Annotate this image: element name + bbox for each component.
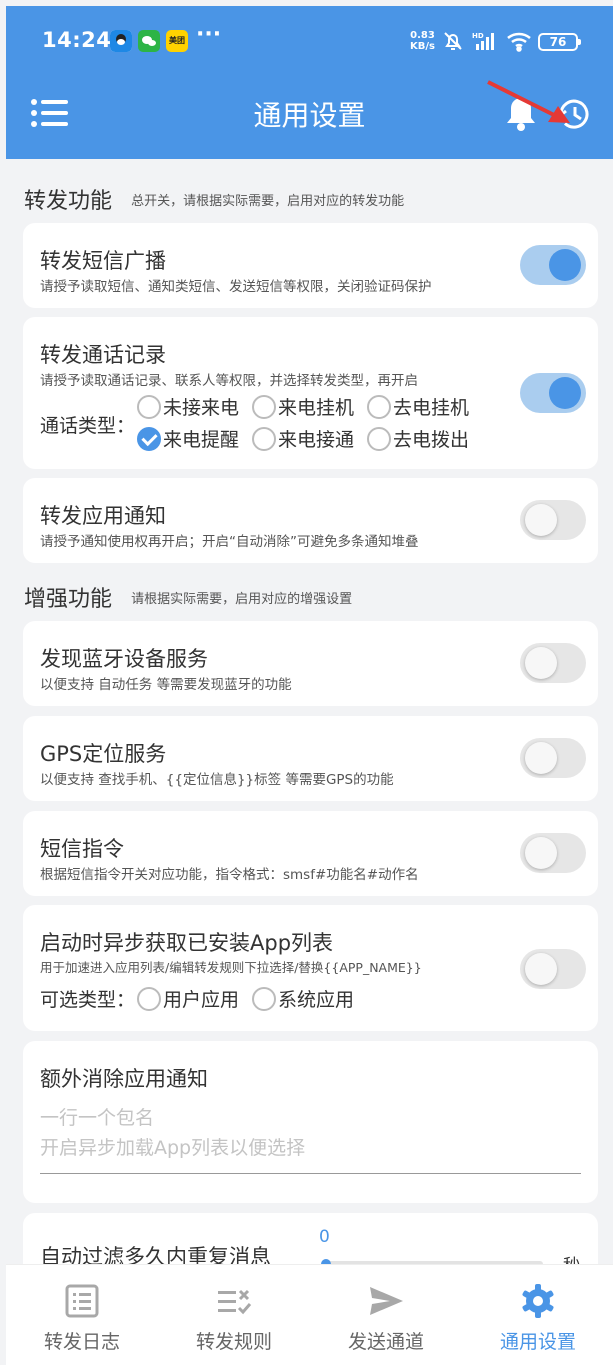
- card-desc: 请授予读取通话记录、联系人等权限，并选择转发类型，再开启: [40, 373, 418, 389]
- rules-icon: [218, 1289, 252, 1315]
- nav-general-settings[interactable]: 通用设置: [462, 1265, 613, 1365]
- call-type-label: 通话类型：: [40, 415, 136, 437]
- card-extra-clear: 额外消除应用通知 一行一个包名 开启异步加载App列表以便选择: [23, 1041, 598, 1203]
- card-title: 自动过滤多久内重复消息: [40, 1245, 271, 1264]
- sms-broadcast-toggle[interactable]: [520, 245, 586, 285]
- card-sms-command: 短信指令 根据短信指令开关对应功能，指令格式：smsf#功能名#动作名: [23, 811, 598, 896]
- list-icon: [65, 1284, 99, 1318]
- radio-incoming-answered[interactable]: 来电接通: [252, 425, 354, 452]
- cell-signal-icon: HD: [472, 30, 500, 56]
- app-notify-toggle[interactable]: [520, 500, 586, 540]
- call-log-toggle[interactable]: [520, 373, 586, 413]
- svg-text:HD: HD: [472, 32, 484, 40]
- card-title: 启动时异步获取已安装App列表: [40, 931, 334, 955]
- card-title: GPS定位服务: [40, 742, 167, 766]
- radio-system-apps[interactable]: 系统应用: [252, 985, 354, 1012]
- card-dup-filter: 自动过滤多久内重复消息 0 秒: [23, 1213, 598, 1264]
- bluetooth-toggle[interactable]: [520, 643, 586, 683]
- card-gps: GPS定位服务 以便支持 查找手机、{{定位信息}}标签 等需要GPS的功能: [23, 716, 598, 801]
- more-notifications: ···: [196, 22, 222, 47]
- meituan-app-icon: 美团: [166, 30, 188, 52]
- nav-forward-log[interactable]: 转发日志: [6, 1265, 158, 1365]
- card-desc: 请授予通知使用权再开启；开启“自动消除”可避免多条通知堆叠: [40, 534, 419, 550]
- card-app-notify: 转发应用通知 请授予通知使用权再开启；开启“自动消除”可避免多条通知堆叠: [23, 478, 598, 563]
- card-title: 转发通话记录: [40, 343, 166, 367]
- section-header-forward: 转发功能 总开关，请根据实际需要，启用对应的转发功能: [24, 189, 405, 214]
- card-desc: 用于加速进入应用列表/编辑转发规则下拉选择/替换{{APP_NAME}}: [40, 960, 422, 975]
- wifi-icon: [506, 30, 534, 56]
- nav-forward-rules[interactable]: 转发规则: [158, 1265, 310, 1365]
- mute-bell-icon: [442, 30, 464, 56]
- card-title: 发现蓝牙设备服务: [40, 647, 208, 671]
- card-bluetooth: 发现蓝牙设备服务 以便支持 自动任务 等需要发现蓝牙的功能: [23, 621, 598, 706]
- net-speed: 0.83 KB/s: [410, 30, 435, 52]
- radio-user-apps[interactable]: 用户应用: [137, 985, 239, 1012]
- card-title: 短信指令: [40, 837, 124, 861]
- app-type-label: 可选类型：: [40, 989, 136, 1011]
- radio-missed-call[interactable]: 未接来电: [137, 393, 239, 420]
- card-title: 转发应用通知: [40, 504, 166, 528]
- slider-unit: 秒: [563, 1251, 580, 1264]
- battery-indicator: 76: [538, 33, 581, 51]
- slider-value: 0: [319, 1227, 330, 1247]
- card-desc: 根据短信指令开关对应功能，指令格式：smsf#功能名#动作名: [40, 867, 419, 883]
- radio-outgoing-hangup[interactable]: 去电挂机: [367, 393, 469, 420]
- radio-incoming-hangup[interactable]: 来电挂机: [252, 393, 354, 420]
- sms-command-toggle[interactable]: [520, 833, 586, 873]
- card-title: 转发短信广播: [40, 249, 166, 273]
- app-list-toggle[interactable]: [520, 949, 586, 989]
- qq-app-icon: [110, 30, 132, 52]
- section-header-enhance: 增强功能 请根据实际需要，启用对应的增强设置: [24, 587, 353, 612]
- wechat-app-icon: [138, 30, 160, 52]
- app-bar: 14:24 美团 ··· 0.83 KB/s HD 76 通用设置: [6, 6, 613, 159]
- status-time: 14:24: [42, 28, 112, 52]
- card-desc: 以便支持 查找手机、{{定位信息}}标签 等需要GPS的功能: [40, 772, 394, 788]
- card-app-list: 启动时异步获取已安装App列表 用于加速进入应用列表/编辑转发规则下拉选择/替换…: [23, 905, 598, 1031]
- nav-send-channel[interactable]: 发送通道: [310, 1265, 462, 1365]
- card-title: 额外消除应用通知: [40, 1067, 208, 1091]
- phone-screen: 14:24 美团 ··· 0.83 KB/s HD 76 通用设置 转发功能 总…: [6, 6, 613, 1365]
- card-desc: 请授予读取短信、通知类短信、发送短信等权限，关闭验证码保护: [40, 279, 432, 295]
- settings-list[interactable]: 转发功能 总开关，请根据实际需要，启用对应的转发功能 转发短信广播 请授予读取短…: [6, 159, 613, 1264]
- status-bar: 14:24 美团 ··· 0.83 KB/s HD 76: [6, 6, 613, 76]
- card-sms-broadcast: 转发短信广播 请授予读取短信、通知类短信、发送短信等权限，关闭验证码保护: [23, 223, 598, 308]
- bottom-nav: 转发日志 转发规则 发送通道 通用设置: [6, 1264, 613, 1365]
- annotation-arrow-icon: [487, 80, 570, 123]
- card-call-log: 转发通话记录 请授予读取通话记录、联系人等权限，并选择转发类型，再开启 通话类型…: [23, 317, 598, 469]
- gps-toggle[interactable]: [520, 738, 586, 778]
- card-desc: 以便支持 自动任务 等需要发现蓝牙的功能: [40, 677, 292, 693]
- radio-outgoing-dial[interactable]: 去电拨出: [367, 425, 469, 452]
- send-icon: [370, 1287, 403, 1315]
- gear-icon: [522, 1284, 554, 1318]
- radio-incoming-alert[interactable]: 来电提醒: [137, 425, 239, 452]
